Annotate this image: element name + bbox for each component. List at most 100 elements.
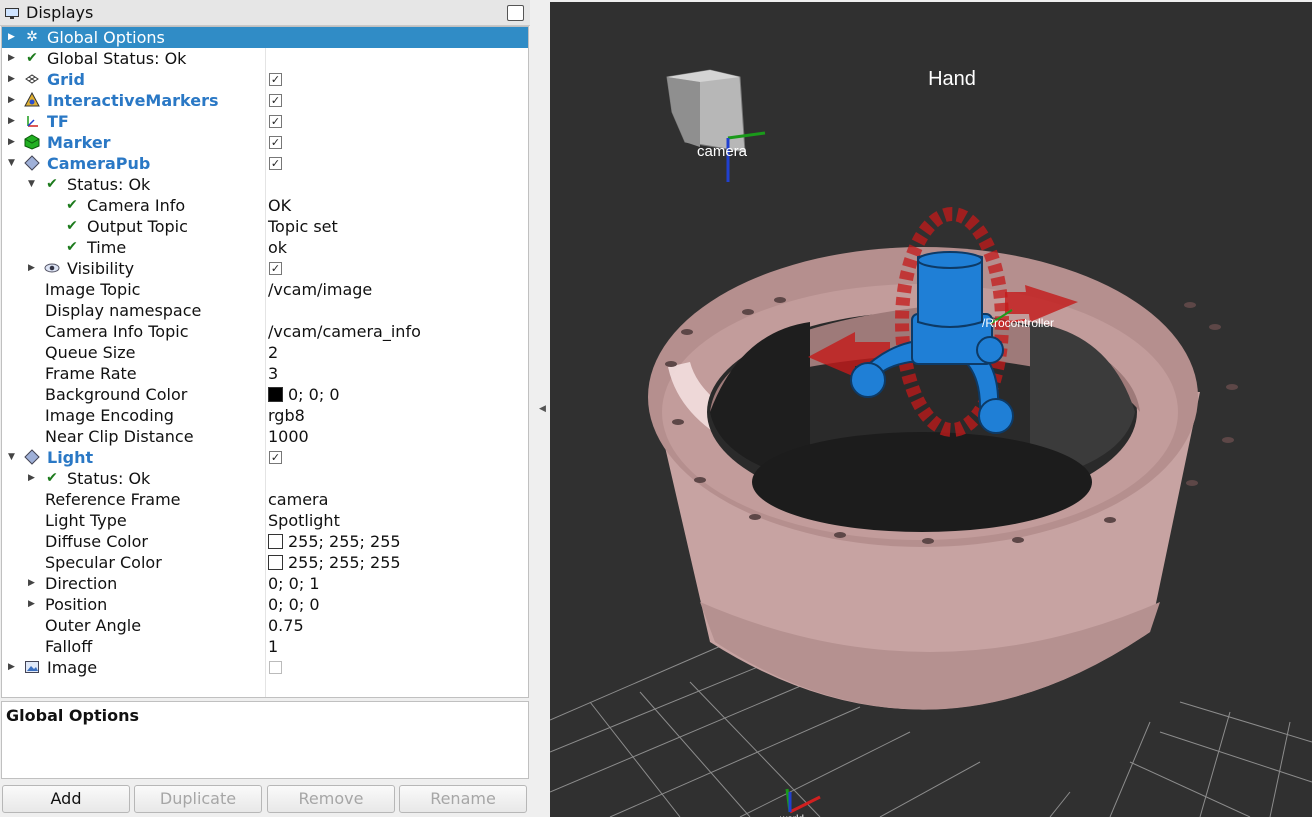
tree-row-camera-pub-status[interactable]: ▼ ✔ Status: Ok (2, 174, 528, 195)
tree-row-camera-pub[interactable]: ▼ CameraPub ✓ (2, 153, 528, 174)
visibility-checkbox[interactable]: ✓ (269, 262, 282, 275)
expand-arrow-icon[interactable]: ▶ (8, 94, 18, 106)
tree-row-position[interactable]: ▶ Position 0; 0; 0 (2, 594, 528, 615)
tree-value[interactable]: 0; 0; 0 (268, 595, 320, 614)
collapse-left-icon[interactable]: ◀ (539, 404, 546, 414)
tree-value[interactable]: 0; 0; 0 (268, 385, 340, 404)
panel-splitter[interactable]: ◀ (530, 0, 549, 817)
tree-row-tf[interactable]: ▶ TF ✓ (2, 111, 528, 132)
expand-arrow-icon[interactable]: ▶ (28, 472, 38, 484)
tree-row-reference-frame[interactable]: Reference Frame camera (2, 489, 528, 510)
expand-arrow-icon[interactable]: ▶ (28, 262, 38, 274)
tree-row-specular-color[interactable]: Specular Color 255; 255; 255 (2, 552, 528, 573)
light-enable-checkbox[interactable]: ✓ (269, 451, 282, 464)
tree-value[interactable]: rgb8 (268, 406, 305, 425)
3d-viewport[interactable]: Hand camera /Rrocontroller world (550, 2, 1312, 817)
tree-row-direction[interactable]: ▶ Direction 0; 0; 1 (2, 573, 528, 594)
tree-label: Global Status: Ok (47, 49, 187, 68)
tree-row-visibility[interactable]: ▶ Visibility ✓ (2, 258, 528, 279)
tree-label: Frame Rate (45, 364, 137, 383)
tree-value[interactable]: camera (268, 490, 328, 509)
tree-row-background-color[interactable]: Background Color 0; 0; 0 (2, 384, 528, 405)
tf-enable-checkbox[interactable]: ✓ (269, 115, 282, 128)
expand-arrow-icon[interactable]: ▶ (8, 31, 18, 43)
controller-frame-label: /Rrocontroller (982, 316, 1054, 330)
tree-label: Direction (45, 574, 118, 593)
color-swatch (268, 534, 283, 549)
float-panel-button[interactable] (507, 5, 524, 21)
tree-row-time[interactable]: ✔ Time ok (2, 237, 528, 258)
tree-value[interactable]: 1000 (268, 427, 309, 446)
image-enable-checkbox[interactable] (269, 661, 282, 674)
tree-value[interactable]: 3 (268, 364, 278, 383)
hand-label: Hand (928, 68, 976, 90)
expand-arrow-icon[interactable]: ▶ (8, 136, 18, 148)
camera-model[interactable] (666, 69, 746, 153)
tree-row-outer-angle[interactable]: Outer Angle 0.75 (2, 615, 528, 636)
tree-row-light-status[interactable]: ▶ ✔ Status: Ok (2, 468, 528, 489)
camera-pub-enable-checkbox[interactable]: ✓ (269, 157, 282, 170)
color-value: 255; 255; 255 (288, 553, 401, 572)
tree-value[interactable]: 0.75 (268, 616, 304, 635)
collapse-arrow-icon[interactable]: ▼ (28, 178, 38, 190)
tree-row-frame-rate[interactable]: Frame Rate 3 (2, 363, 528, 384)
expand-arrow-icon[interactable]: ▶ (8, 661, 18, 673)
color-value: 0; 0; 0 (288, 385, 340, 404)
tree-value[interactable]: Spotlight (268, 511, 340, 530)
expand-arrow-icon[interactable]: ▶ (8, 115, 18, 127)
render-scene[interactable]: Hand camera /Rrocontroller world (550, 2, 1312, 817)
tree-row-camera-info[interactable]: ✔ Camera Info OK (2, 195, 528, 216)
tree-value[interactable]: 1 (268, 637, 278, 656)
expand-arrow-icon[interactable]: ▶ (28, 577, 38, 589)
tree-value[interactable]: /vcam/camera_info (268, 322, 421, 341)
tree-label: Position (45, 595, 108, 614)
tree-row-light-type[interactable]: Light Type Spotlight (2, 510, 528, 531)
tree-label: Queue Size (45, 343, 136, 362)
tree-row-interactive-markers[interactable]: ▶ InteractiveMarkers ✓ (2, 90, 528, 111)
tree-label: Background Color (45, 385, 188, 404)
tree-value[interactable]: 0; 0; 1 (268, 574, 320, 593)
add-button[interactable]: Add (2, 785, 130, 813)
tree-row-camera-info-topic[interactable]: Camera Info Topic /vcam/camera_info (2, 321, 528, 342)
tf-axes-icon (24, 113, 40, 129)
tree-value: OK (268, 196, 292, 215)
interactive-markers-enable-checkbox[interactable]: ✓ (269, 94, 282, 107)
tree-row-light[interactable]: ▼ Light ✓ (2, 447, 528, 468)
display-tree[interactable]: ▶ ✲ Global Options ▶ ✔ Global Status: Ok… (1, 26, 529, 698)
interactive-markers-icon (24, 91, 40, 108)
panel-titlebar: Displays (0, 0, 530, 26)
rename-button[interactable]: Rename (399, 785, 527, 813)
marker-enable-checkbox[interactable]: ✓ (269, 136, 282, 149)
grid-enable-checkbox[interactable]: ✓ (269, 73, 282, 86)
collapse-arrow-icon[interactable]: ▼ (8, 157, 18, 169)
tree-label: Light (47, 448, 94, 467)
tree-row-global-options[interactable]: ▶ ✲ Global Options (2, 27, 528, 48)
tree-row-image-encoding[interactable]: Image Encoding rgb8 (2, 405, 528, 426)
tree-row-falloff[interactable]: Falloff 1 (2, 636, 528, 657)
collapse-arrow-icon[interactable]: ▼ (8, 451, 18, 463)
tree-value[interactable]: /vcam/image (268, 280, 372, 299)
tree-row-diffuse-color[interactable]: Diffuse Color 255; 255; 255 (2, 531, 528, 552)
tree-label: Specular Color (45, 553, 162, 572)
tree-row-image[interactable]: ▶ Image (2, 657, 528, 678)
tree-value[interactable]: 2 (268, 343, 278, 362)
tree-row-queue-size[interactable]: Queue Size 2 (2, 342, 528, 363)
tree-value[interactable]: 255; 255; 255 (268, 553, 401, 572)
expand-arrow-icon[interactable]: ▶ (28, 598, 38, 610)
tree-value[interactable]: 255; 255; 255 (268, 532, 401, 551)
tree-row-global-status[interactable]: ▶ ✔ Global Status: Ok (2, 48, 528, 69)
tree-row-grid[interactable]: ▶ Grid ✓ (2, 69, 528, 90)
tree-label: Image Topic (45, 280, 141, 299)
expand-arrow-icon[interactable]: ▶ (8, 52, 18, 64)
color-swatch (268, 555, 283, 570)
duplicate-button[interactable]: Duplicate (134, 785, 262, 813)
tree-row-display-namespace[interactable]: Display namespace (2, 300, 528, 321)
tree-label: Reference Frame (45, 490, 181, 509)
tree-row-image-topic[interactable]: Image Topic /vcam/image (2, 279, 528, 300)
checkmark-icon: ✔ (66, 197, 78, 213)
remove-button[interactable]: Remove (267, 785, 395, 813)
tree-row-near-clip[interactable]: Near Clip Distance 1000 (2, 426, 528, 447)
tree-row-marker[interactable]: ▶ Marker ✓ (2, 132, 528, 153)
tree-row-output-topic[interactable]: ✔ Output Topic Topic set (2, 216, 528, 237)
expand-arrow-icon[interactable]: ▶ (8, 73, 18, 85)
